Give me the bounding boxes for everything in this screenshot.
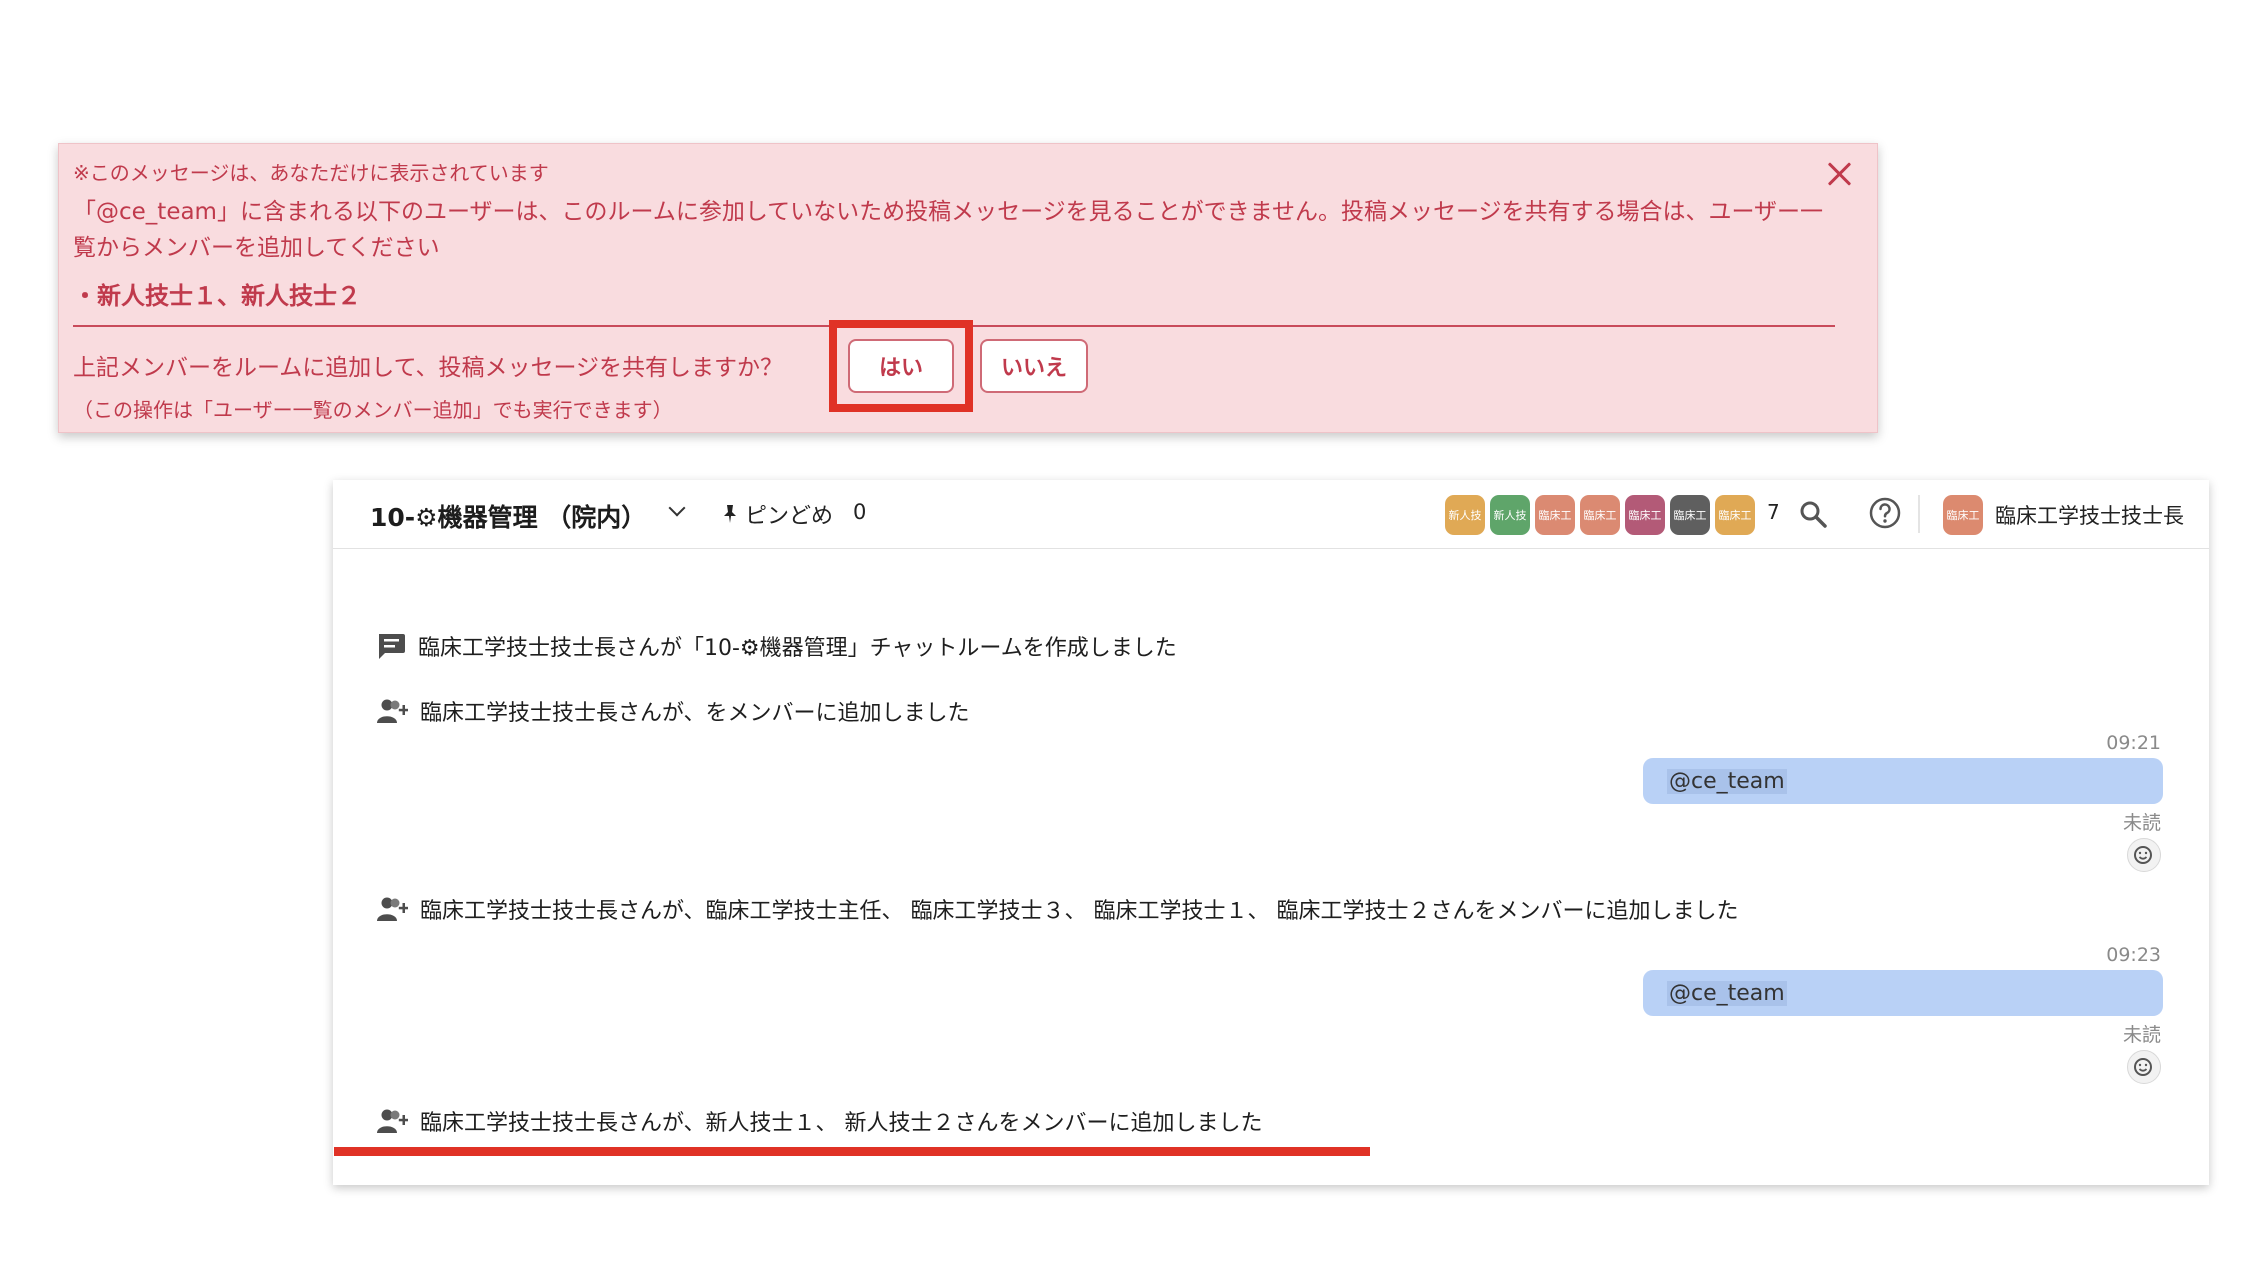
message-text: @ce_team [1667,980,1787,1006]
room-title[interactable]: 10-⚙機器管理 （院内） [370,498,646,534]
message-time: 09:23 [2106,944,2161,966]
pin-icon [724,505,736,523]
user-name[interactable]: 臨床工学技士技士長 [1995,500,2184,530]
member-avatar[interactable]: 臨床工 [1670,495,1710,535]
pin-label: ピンどめ [745,504,834,529]
help-icon[interactable] [1868,496,1902,530]
system-event: 臨床工学技士技士長さんが、をメンバーに追加しました [376,695,970,727]
private-notice-banner: ※このメッセージは、あなただけに表示されています 「@ce_team」に含まれる… [58,143,1878,433]
notice-user-list: ・新人技士１、新人技士２ [73,282,361,310]
reaction-button[interactable] [2127,838,2161,872]
member-avatar[interactable]: 臨床工 [1715,495,1755,535]
search-icon[interactable] [1799,500,1827,528]
yes-button[interactable]: はい [848,339,954,393]
reaction-button[interactable] [2127,1050,2161,1084]
member-avatar[interactable]: 新人技 [1445,495,1485,535]
pin-button[interactable]: ピンどめ [721,498,833,530]
event-text: 臨床工学技士技士長さんが、臨床工学技士主任、 臨床工学技士３、 臨床工学技士１、… [420,899,1739,924]
header-separator [1918,495,1920,533]
user-avatar[interactable]: 臨床工 [1943,495,1983,535]
event-text: 臨床工学技士技士長さんが「10-⚙機器管理」チャットルームを作成しました [418,636,1177,661]
add-reaction-icon [2134,846,2152,864]
member-avatar[interactable]: 臨床工 [1625,495,1665,535]
close-icon[interactable] [1823,158,1855,190]
member-avatar[interactable]: 臨床工 [1535,495,1575,535]
member-avatar[interactable]: 臨床工 [1580,495,1620,535]
add-member-icon [377,699,408,723]
chat-room-panel: 10-⚙機器管理 （院内） ピンどめ 0 新人技 新人技 臨床工 臨床工 臨床工… [333,480,2209,1185]
pin-count: 0 [853,500,867,524]
message-text: @ce_team [1667,768,1787,794]
chevron-down-icon[interactable] [668,499,686,517]
notice-body: 「@ce_team」に含まれる以下のユーザーは、このルームに参加していないため投… [73,199,1824,261]
message-bubble[interactable]: @ce_team [1643,970,2163,1016]
add-member-icon [377,897,408,921]
room-header: 10-⚙機器管理 （院内） ピンどめ 0 新人技 新人技 臨床工 臨床工 臨床工… [333,480,2209,549]
system-event: 臨床工学技士技士長さんが「10-⚙機器管理」チャットルームを作成しました [376,630,1177,662]
message-bubble[interactable]: @ce_team [1643,758,2163,804]
notice-note: （この操作は「ユーザー一覧のメンバー追加」でも実行できます） [73,398,673,422]
add-reaction-icon [2134,1058,2152,1076]
system-event: 臨床工学技士技士長さんが、新人技士１、 新人技士２さんをメンバーに追加しました [376,1105,1263,1137]
system-event: 臨床工学技士技士長さんが、臨床工学技士主任、 臨床工学技士３、 臨床工学技士１、… [376,893,1739,925]
add-member-icon [377,1109,408,1133]
read-status: 未読 [2122,812,2161,834]
chat-bubble-icon [379,634,405,659]
member-count[interactable]: 7 [1767,500,1780,524]
no-button[interactable]: いいえ [980,339,1088,393]
event-text: 臨床工学技士技士長さんが、をメンバーに追加しました [420,701,970,726]
notice-question: 上記メンバーをルームに追加して、投稿メッセージを共有しますか？ [73,355,784,381]
member-avatar[interactable]: 新人技 [1490,495,1530,535]
event-text: 臨床工学技士技士長さんが、新人技士１、 新人技士２さんをメンバーに追加しました [420,1111,1263,1136]
read-status: 未読 [2122,1024,2161,1046]
notice-visibility-text: ※このメッセージは、あなただけに表示されています [73,161,549,185]
highlight-underline [334,1147,1370,1156]
message-time: 09:21 [2106,732,2161,754]
member-avatars[interactable]: 新人技 新人技 臨床工 臨床工 臨床工 臨床工 臨床工 [1445,495,1755,535]
